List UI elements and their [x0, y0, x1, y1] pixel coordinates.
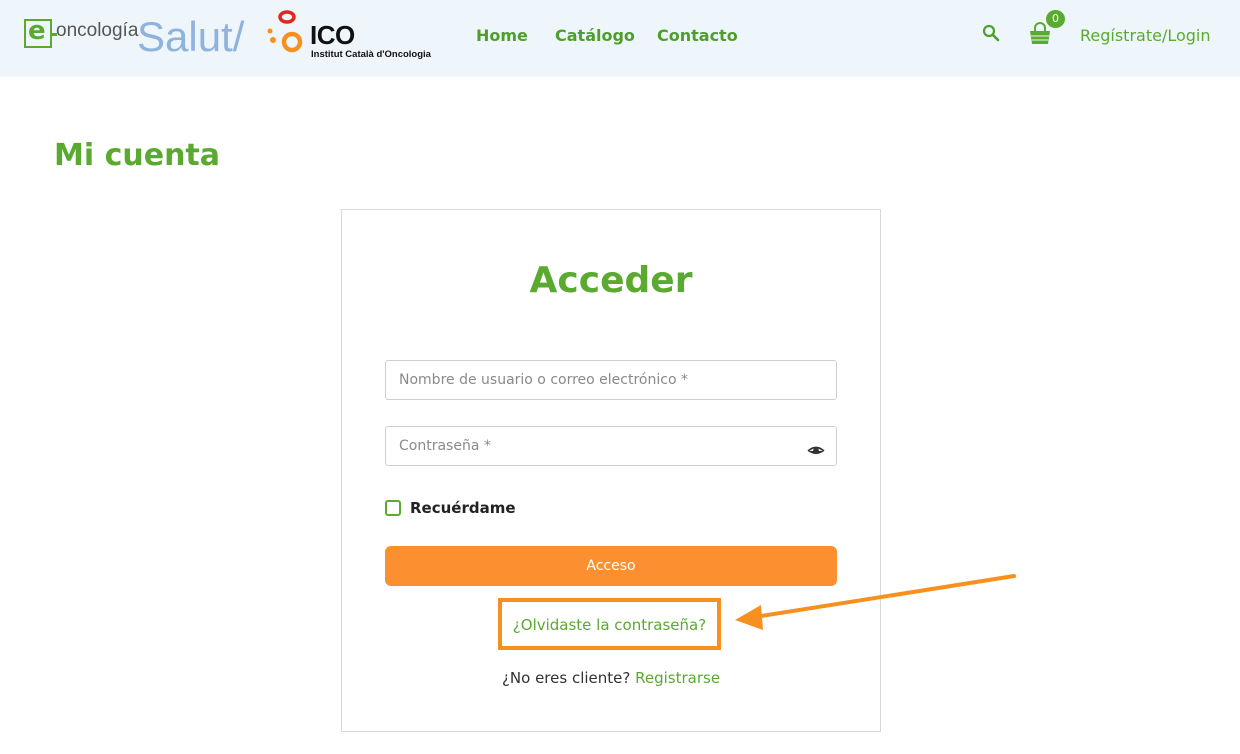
remember-checkbox[interactable]: [385, 500, 401, 516]
logo-e-letter: e: [28, 16, 46, 46]
ico-subtitle: Institut Català d'Oncologia: [311, 49, 431, 60]
password-input[interactable]: [385, 426, 837, 466]
no-client-text: ¿No eres cliente?: [501, 669, 631, 687]
logo-salut-text: Salut/: [137, 13, 245, 60]
register-login-link[interactable]: Regístrate/Login: [1080, 26, 1211, 45]
cart-count-badge: 0: [1046, 10, 1065, 28]
nav-home[interactable]: Home: [476, 26, 528, 45]
register-link[interactable]: Registrarse: [635, 669, 720, 687]
login-heading: Acceder: [529, 260, 693, 301]
eoncologia-logo[interactable]: e: [24, 16, 57, 48]
page-title: Mi cuenta: [54, 138, 221, 173]
ico-title: ICO: [310, 20, 355, 50]
eye-icon[interactable]: [807, 445, 825, 457]
logo-oncologia-text: oncología: [56, 20, 139, 41]
nav-catalogo[interactable]: Catálogo: [555, 26, 635, 45]
arrow-annotation: [735, 574, 1016, 630]
username-input[interactable]: [385, 360, 837, 400]
search-icon[interactable]: [982, 24, 1000, 42]
forgot-password-link[interactable]: ¿Olvidaste la contraseña?: [502, 616, 717, 634]
forgot-password-highlight: ¿Olvidaste la contraseña?: [498, 598, 721, 650]
nav-contacto[interactable]: Contacto: [657, 26, 738, 45]
remember-label: Recuérdame: [410, 499, 516, 517]
login-card: Acceder Recuérdame Acceso ¿Olvidaste la …: [341, 209, 881, 732]
register-prompt: ¿No eres cliente? Registrarse: [342, 669, 880, 687]
site-header: e oncología Salut/ ICO Institut Català d…: [0, 0, 1240, 77]
